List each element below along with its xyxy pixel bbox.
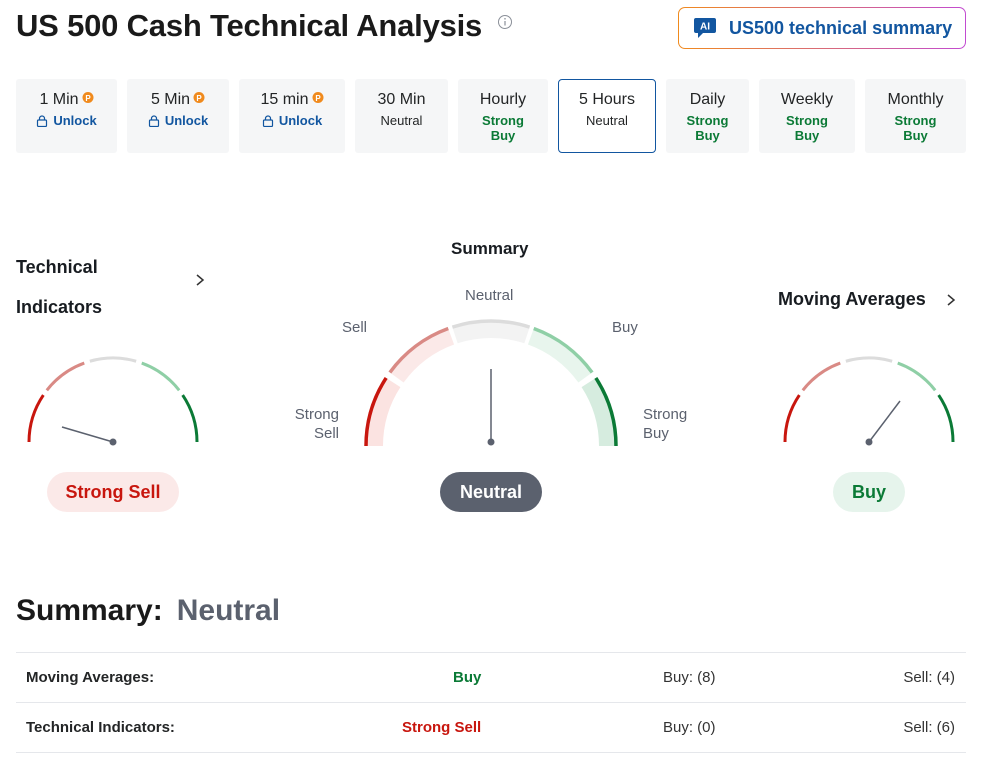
- tab-status: Unlock: [164, 113, 209, 128]
- gauge-pivot: [865, 438, 873, 446]
- chevron-right-icon[interactable]: [195, 273, 205, 287]
- row-signal: Strong Sell: [402, 719, 482, 736]
- gauge-segment-strong-buy: [937, 394, 955, 443]
- gauge-segment-buy: [897, 361, 937, 392]
- lock-icon: [37, 114, 48, 127]
- tab-status: Unlock: [278, 113, 323, 128]
- gauge-label-neutral: Neutral: [465, 287, 514, 304]
- gauge-segment-sell: [801, 361, 841, 392]
- technical-indicators-gauge: [27, 356, 199, 446]
- pro-icon: P: [312, 91, 324, 103]
- tab-label: 5 Min: [150, 91, 191, 108]
- gauge-segment-sell: [45, 361, 85, 392]
- label-line: Strong: [643, 406, 688, 423]
- tab-daily[interactable]: Daily Strong Buy: [666, 79, 749, 153]
- tab-label: Hourly: [479, 91, 527, 108]
- summary-table: Moving Averages: Buy Buy: (8) Sell: (4) …: [16, 652, 966, 753]
- tab-status: Strong Buy: [786, 113, 828, 143]
- timeframe-tabs: 1 Min P Unlock 5 Min P Unlock 15 min P U…: [16, 79, 966, 153]
- table-row: Moving Averages: Buy Buy: (8) Sell: (4): [16, 653, 966, 703]
- svg-text:P: P: [85, 94, 91, 103]
- summary-heading-value: Neutral: [176, 594, 281, 627]
- moving-averages-gauge: [783, 356, 955, 446]
- gauge-label-strong-sell: Strong Sell: [292, 405, 339, 443]
- tab-weekly[interactable]: Weekly Strong Buy: [759, 79, 855, 153]
- tab-monthly[interactable]: Monthly Strong Buy: [865, 79, 966, 153]
- gauge-needle: [868, 400, 901, 443]
- row-signal: Buy: [453, 669, 482, 686]
- info-icon[interactable]: [497, 14, 513, 30]
- summary-gauge-title: Summary: [451, 239, 529, 258]
- tab-status: Neutral: [586, 113, 628, 128]
- tab-5-hours[interactable]: 5 Hours Neutral: [558, 79, 656, 153]
- summary-heading-label: Summary:: [16, 594, 163, 627]
- gauge-segment-neutral: [845, 356, 893, 363]
- gauge-label-strong-buy: Strong Buy: [643, 405, 687, 443]
- tab-label: 5 Hours: [578, 91, 636, 108]
- moving-averages-result: Buy: [833, 472, 905, 512]
- chevron-right-icon[interactable]: [946, 293, 956, 307]
- tab-status: Strong Buy: [686, 113, 729, 143]
- row-sell-count: Sell: (6): [903, 719, 955, 736]
- gauge-title-line: Technical: [16, 257, 98, 277]
- label-line: Buy: [643, 425, 669, 442]
- svg-text:AI: AI: [700, 22, 710, 33]
- gauge-pivot: [109, 438, 117, 446]
- gauge-band-sell: [390, 329, 455, 383]
- gauge-segment-strong-buy: [181, 394, 199, 443]
- tab-label: 1 Min: [39, 91, 79, 108]
- tab-30-min[interactable]: 30 Min Neutral: [355, 79, 448, 153]
- pro-icon: P: [193, 91, 205, 103]
- summary-gauge: [364, 319, 618, 447]
- page-title: US 500 Cash Technical Analysis: [16, 8, 483, 43]
- technical-indicators-result: Strong Sell: [47, 472, 179, 512]
- tab-status: Strong Buy: [482, 113, 524, 143]
- tab-1-min[interactable]: 1 Min P Unlock: [16, 79, 117, 153]
- tab-status: Neutral: [380, 113, 423, 128]
- tab-hourly[interactable]: Hourly Strong Buy: [458, 79, 548, 153]
- ai-button-label: US500 technical summary: [729, 17, 953, 38]
- ai-chat-icon: AI: [694, 18, 716, 38]
- gauge-title-line: Indicators: [16, 297, 103, 317]
- moving-averages-title[interactable]: Moving Averages: [778, 289, 926, 310]
- gauge-band-buy: [527, 329, 592, 383]
- tab-label: Daily: [689, 91, 726, 108]
- label-line: Strong: [294, 406, 339, 423]
- row-sell-count: Sell: (4): [903, 669, 955, 686]
- technical-indicators-title[interactable]: Technical Indicators: [16, 247, 126, 327]
- svg-text:P: P: [315, 94, 321, 103]
- tab-label: Weekly: [780, 91, 834, 108]
- tab-15-min[interactable]: 15 min P Unlock: [239, 79, 345, 153]
- gauge-segment-strong-sell: [27, 394, 45, 443]
- row-name: Technical Indicators:: [26, 719, 175, 736]
- gauge-segment-strong-sell: [783, 394, 801, 443]
- tab-label: 30 Min: [377, 91, 426, 108]
- table-row: Technical Indicators: Strong Sell Buy: (…: [16, 703, 966, 753]
- gauge-segment-buy: [141, 361, 181, 392]
- summary-result: Neutral: [440, 472, 542, 512]
- summary-heading: Summary: Neutral: [16, 594, 280, 628]
- tab-label: Monthly: [887, 91, 944, 108]
- row-buy-count: Buy: (8): [663, 669, 716, 686]
- label-line: Sell: [313, 425, 339, 442]
- gauge-pivot: [487, 438, 495, 446]
- ai-technical-summary-button[interactable]: AI US500 technical summary: [678, 7, 966, 49]
- svg-text:P: P: [196, 94, 202, 103]
- row-buy-count: Buy: (0): [663, 719, 716, 736]
- tab-label: 15 min: [260, 91, 309, 108]
- tab-status: Strong Buy: [894, 113, 937, 143]
- tab-5-min[interactable]: 5 Min P Unlock: [127, 79, 229, 153]
- lock-icon: [148, 114, 159, 127]
- pro-icon: P: [82, 91, 94, 103]
- row-name: Moving Averages:: [26, 669, 155, 686]
- gauge-needle: [61, 426, 114, 443]
- lock-icon: [262, 114, 273, 127]
- tab-status: Unlock: [53, 113, 97, 128]
- gauge-segment-neutral: [89, 356, 137, 363]
